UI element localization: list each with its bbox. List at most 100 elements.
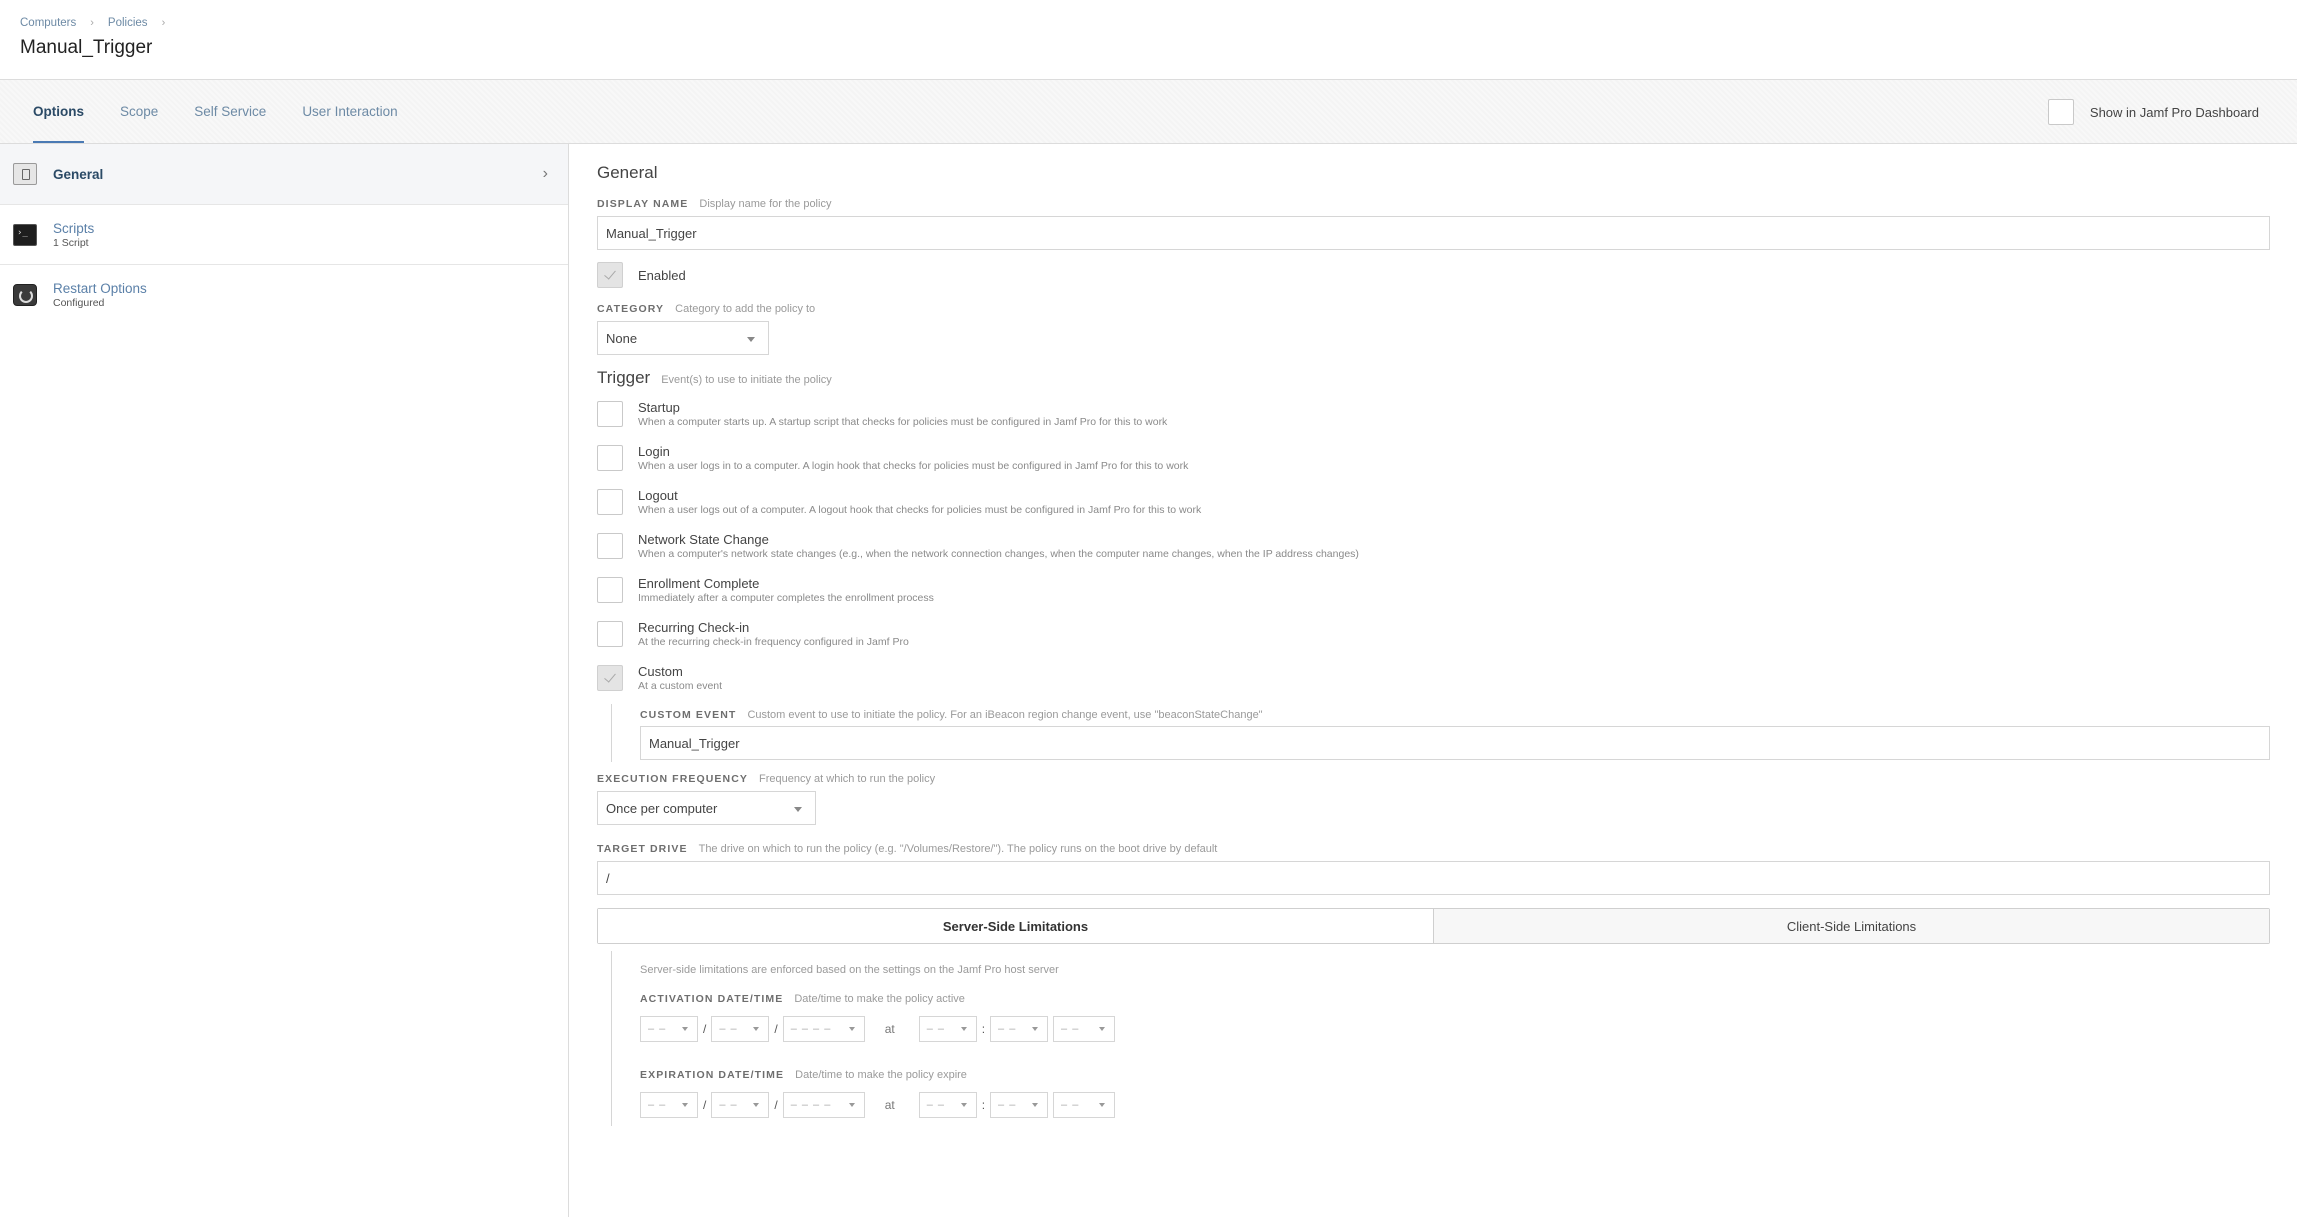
expiration-year-select[interactable]: – – – – (782, 1092, 865, 1118)
target-drive-input[interactable]: / (597, 861, 2270, 895)
expiration-day-select[interactable]: – – (711, 1092, 770, 1118)
server-side-limitations-panel: Server-side limitations are enforced bas… (611, 951, 2270, 1126)
sidebar-item-restart-options[interactable]: Restart Options Configured (0, 265, 568, 325)
page-header: Computers › Policies › Manual_Trigger (0, 0, 2297, 80)
category-hint: Category to add the policy to (675, 303, 816, 315)
enabled-label: Enabled (638, 267, 686, 283)
custom-event-label: CUSTOM EVENT (640, 709, 737, 721)
restart-icon (13, 284, 37, 306)
trigger-name: Recurring Check-in (638, 620, 750, 635)
date-separator: / (774, 1022, 778, 1036)
target-drive-hint: The drive on which to run the policy (e.… (698, 843, 1218, 855)
date-separator: / (703, 1098, 707, 1112)
trigger-custom: Custom At a custom event (597, 664, 2270, 704)
limitations-tabs: Server-Side Limitations Client-Side Limi… (597, 908, 2270, 944)
sidebar-item-label: Restart Options (53, 281, 147, 296)
execution-frequency-hint: Frequency at which to run the policy (759, 773, 936, 785)
tab-client-side-limitations[interactable]: Client-Side Limitations (1433, 909, 2269, 943)
trigger-description: Immediately after a computer completes t… (638, 592, 934, 604)
activation-year-select[interactable]: – – – – (782, 1016, 865, 1042)
sidebar-item-label: Scripts (53, 220, 95, 236)
server-side-note: Server-side limitations are enforced bas… (640, 964, 1059, 976)
tab-server-side-limitations[interactable]: Server-Side Limitations (598, 909, 1433, 943)
custom-event-hint: Custom event to use to initiate the poli… (747, 709, 1263, 721)
trigger-startup: Startup When a computer starts up. A star… (597, 400, 2270, 444)
category-label: CATEGORY (597, 303, 665, 315)
activation-day-select[interactable]: – – (711, 1016, 770, 1042)
login-checkbox[interactable] (597, 445, 623, 471)
trigger-description: At the recurring check-in frequency conf… (638, 636, 909, 648)
dashboard-toggle: Show in Jamf Pro Dashboard (2047, 80, 2259, 144)
page-title: Manual_Trigger (20, 37, 153, 58)
sidebar-item-scripts[interactable]: Scripts 1 Script (0, 205, 568, 265)
breadcrumb-separator-icon: › (90, 17, 94, 29)
sidebar-item-label: General (53, 166, 104, 182)
general-section-title: General (597, 163, 658, 182)
dashboard-toggle-label: Show in Jamf Pro Dashboard (2089, 104, 2259, 120)
activation-datetime: – – / – – / – – – – at – – : – – – – (640, 1016, 2270, 1042)
at-label: at (884, 1098, 895, 1112)
expiration-hint: Date/time to make the policy expire (795, 1069, 967, 1081)
trigger-hint: Event(s) to use to initiate the policy (661, 374, 832, 386)
expiration-month-select[interactable]: – – (640, 1092, 698, 1118)
display-name-input[interactable]: Manual_Trigger (597, 216, 2270, 250)
execution-frequency-label: EXECUTION FREQUENCY (597, 773, 748, 785)
startup-checkbox[interactable] (597, 401, 623, 427)
trigger-recurring-check-in: Recurring Check-in At the recurring check… (597, 620, 2270, 664)
time-separator: : (981, 1022, 986, 1036)
trigger-description: When a computer starts up. A startup scr… (638, 416, 1168, 428)
tab-self-service[interactable]: Self Service (194, 80, 266, 143)
custom-checkbox[interactable] (597, 665, 623, 691)
breadcrumb-policies[interactable]: Policies (108, 17, 148, 29)
main-content: General DISPLAY NAME Display name for th… (569, 144, 2297, 1217)
logout-checkbox[interactable] (597, 489, 623, 515)
activation-hour-select[interactable]: – – (918, 1016, 977, 1042)
activation-month-select[interactable]: – – (640, 1016, 698, 1042)
activation-hint: Date/time to make the policy active (794, 993, 965, 1005)
recurring-check-in-checkbox[interactable] (597, 621, 623, 647)
expiration-minute-select[interactable]: – – (990, 1092, 1049, 1118)
custom-event-input[interactable]: Manual_Trigger (640, 726, 2270, 760)
activation-minute-select[interactable]: – – (990, 1016, 1049, 1042)
sidebar-item-sublabel: 1 Script (53, 236, 89, 249)
trigger-section-title: Trigger (597, 368, 651, 387)
network-state-change-checkbox[interactable] (597, 533, 623, 559)
tab-options[interactable]: Options (33, 80, 84, 143)
tab-bar: Options Scope Self Service User Interact… (0, 80, 2297, 144)
breadcrumb-separator-icon: › (161, 17, 166, 29)
display-name-label: DISPLAY NAME (597, 198, 689, 210)
trigger-name: Startup (638, 400, 680, 415)
execution-frequency-select[interactable]: Once per computer (597, 791, 816, 825)
date-separator: / (774, 1098, 778, 1112)
general-icon (13, 163, 37, 185)
sidebar-item-general[interactable]: General › (0, 144, 568, 205)
category-select[interactable]: None (597, 321, 769, 355)
activation-ampm-select[interactable]: – – (1053, 1016, 1116, 1042)
tab-scope[interactable]: Scope (120, 80, 158, 143)
trigger-description: At a custom event (638, 680, 723, 692)
expiration-hour-select[interactable]: – – (918, 1092, 977, 1118)
dashboard-checkbox[interactable] (2047, 99, 2074, 125)
custom-event-group: CUSTOM EVENT Custom event to use to init… (611, 704, 2270, 762)
display-name-hint: Display name for the policy (699, 198, 832, 210)
enrollment-complete-checkbox[interactable] (597, 577, 623, 603)
activation-label: ACTIVATION DATE/TIME (640, 993, 784, 1005)
trigger-description: When a user logs out of a computer. A lo… (638, 504, 1202, 516)
enabled-checkbox[interactable] (597, 262, 623, 288)
trigger-login: Login When a user logs in to a computer. … (597, 444, 2270, 488)
trigger-description: When a user logs in to a computer. A log… (638, 460, 1189, 472)
trigger-name: Login (638, 444, 670, 459)
chevron-right-icon: › (542, 165, 548, 182)
expiration-ampm-select[interactable]: – – (1053, 1092, 1116, 1118)
breadcrumb: Computers › Policies › (20, 0, 2277, 29)
expiration-label: EXPIRATION DATE/TIME (640, 1069, 785, 1081)
trigger-list: Startup When a computer starts up. A star… (597, 400, 2270, 704)
breadcrumb-computers[interactable]: Computers (20, 17, 76, 29)
expiration-datetime: – – / – – / – – – – at – – : – – – – (640, 1092, 2270, 1118)
sidebar: General › Scripts 1 Script Restart Optio… (0, 144, 569, 1217)
trigger-description: When a computer's network state changes … (638, 548, 1359, 560)
trigger-logout: Logout When a user logs out of a computer… (597, 488, 2270, 532)
at-label: at (884, 1022, 895, 1036)
trigger-name: Custom (638, 664, 683, 679)
tab-user-interaction[interactable]: User Interaction (302, 80, 397, 143)
